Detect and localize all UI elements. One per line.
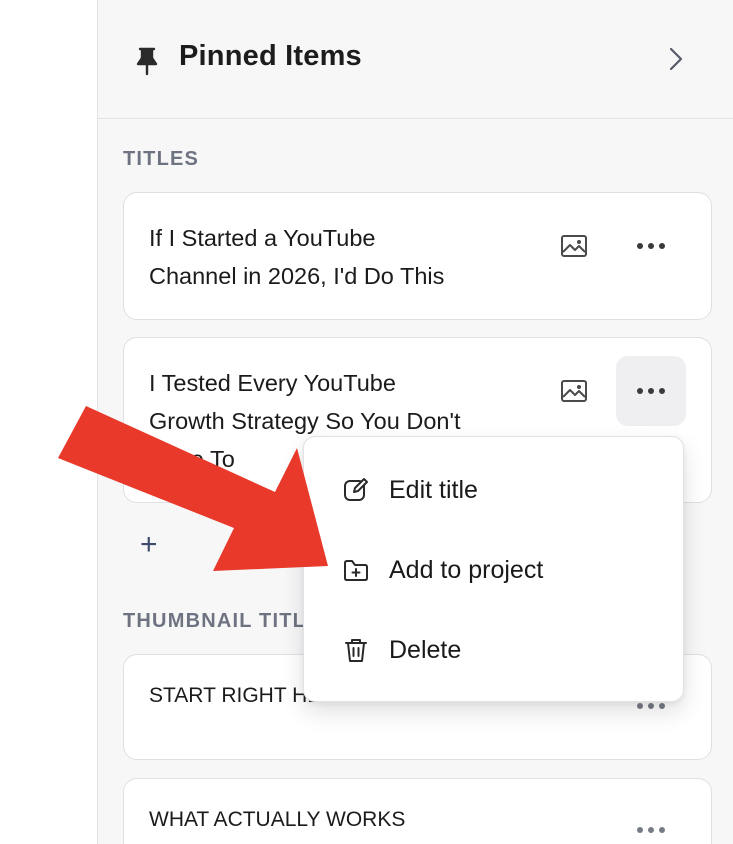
panel-header: Pinned Items — [98, 0, 733, 119]
more-dots-icon — [637, 703, 665, 709]
title-card[interactable]: If I Started a YouTube Channel in 2026, … — [123, 192, 712, 320]
more-dots-icon — [637, 243, 665, 249]
image-icon[interactable] — [560, 234, 588, 260]
context-menu: Edit title Add to project Delete — [303, 436, 684, 702]
menu-item-delete[interactable]: Delete — [304, 615, 685, 685]
more-options-button-active[interactable] — [616, 356, 686, 426]
menu-item-add-to-project[interactable]: Add to project — [304, 535, 685, 605]
pin-icon — [136, 47, 158, 76]
chevron-right-icon[interactable] — [663, 44, 689, 74]
menu-item-label: Add to project — [389, 555, 544, 584]
folder-plus-icon — [344, 560, 368, 581]
title-text: If I Started a YouTube Channel in 2026, … — [149, 225, 445, 289]
image-icon[interactable] — [560, 379, 588, 405]
menu-item-label: Edit title — [389, 475, 478, 504]
menu-item-label: Delete — [389, 635, 462, 664]
thumbnail-title-text: WHAT ACTUALLY WORKS — [149, 808, 406, 831]
menu-item-edit-title[interactable]: Edit title — [304, 455, 685, 525]
add-title-button[interactable]: + — [140, 528, 158, 562]
pinned-items-panel: Pinned Items TITLES If I Started a YouTu… — [97, 0, 733, 844]
more-options-button[interactable] — [616, 211, 686, 281]
more-options-button[interactable] — [616, 795, 686, 844]
edit-icon — [344, 478, 368, 501]
more-dots-icon — [637, 388, 665, 394]
panel-title: Pinned Items — [179, 40, 362, 72]
more-dots-icon — [637, 827, 665, 833]
thumbnail-title-card[interactable]: WHAT ACTUALLY WORKS — [123, 778, 712, 844]
left-gutter — [0, 0, 97, 844]
section-label-titles: TITLES — [123, 148, 200, 170]
trash-icon — [345, 639, 367, 662]
